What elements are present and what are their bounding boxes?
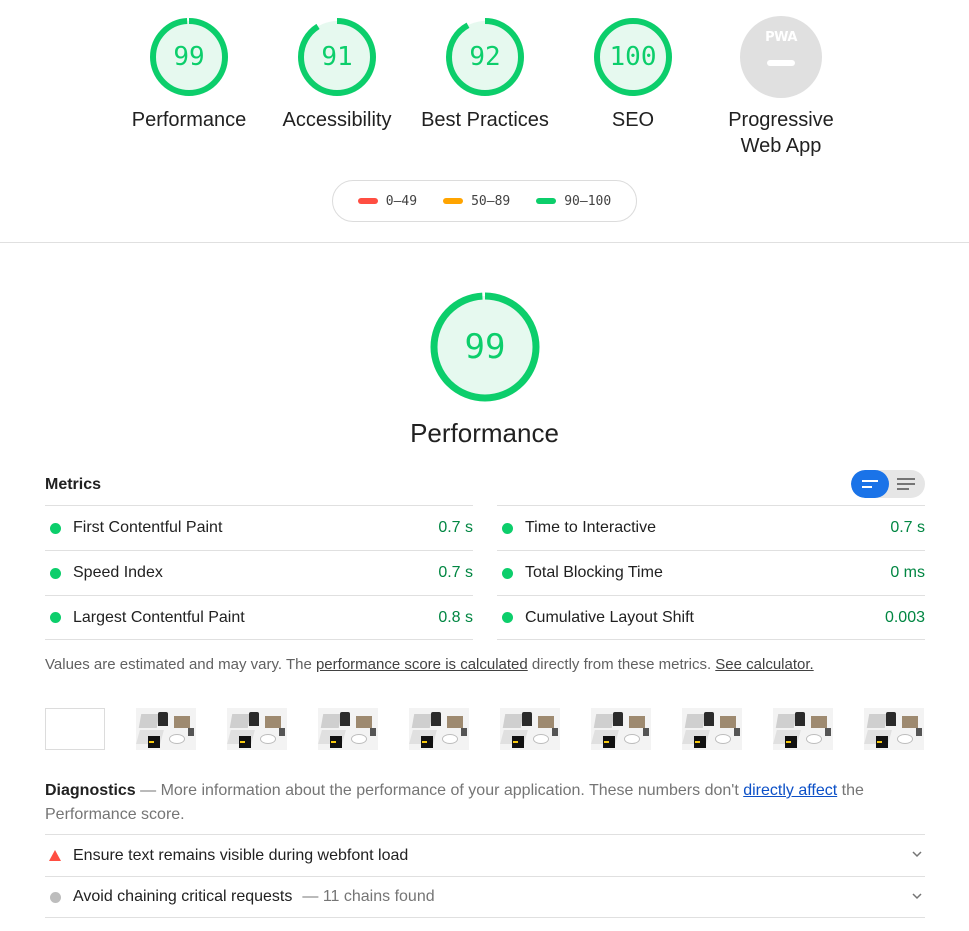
- pwa-label-line1: Progressive: [728, 109, 834, 131]
- compact-view-icon[interactable]: [851, 470, 889, 498]
- metric-speed-index: Speed Index 0.7 s: [45, 550, 473, 595]
- legend-range: 50–89: [471, 193, 511, 209]
- audit-display-value: — 11 chains found: [302, 888, 435, 905]
- gauge-score: 100: [609, 42, 657, 72]
- metrics-view-toggle[interactable]: [851, 470, 925, 498]
- chevron-down-icon[interactable]: [911, 890, 923, 902]
- metric-value: 0.7 s: [438, 519, 473, 536]
- note-text: directly from these metrics.: [527, 656, 716, 673]
- pass-dot-icon: [502, 567, 513, 579]
- gauge-accessibility[interactable]: 91 Accessibility: [262, 16, 412, 133]
- gauge-label: SEO: [611, 109, 655, 131]
- filmstrip-frame: [227, 708, 287, 750]
- section-divider: [0, 242, 969, 243]
- metric-largest-contentful-paint: Largest Contentful Paint 0.8 s: [45, 595, 473, 640]
- directly-affect-link[interactable]: directly affect: [743, 782, 837, 799]
- chevron-down-icon[interactable]: [911, 848, 923, 860]
- note-text: Values are estimated and may vary. The: [45, 656, 316, 673]
- audit-title: Avoid chaining critical requests: [73, 888, 293, 905]
- pass-dot-icon: [50, 522, 61, 534]
- pwa-icon: PWA: [740, 16, 822, 98]
- gauge-score: 92: [469, 42, 501, 72]
- metric-name: Speed Index: [73, 564, 163, 581]
- metric-value: 0 ms: [890, 564, 925, 581]
- diagnostics-heading: Diagnostics: [45, 782, 136, 799]
- score-calculated-link[interactable]: performance score is calculated: [316, 656, 528, 673]
- filmstrip-frame: [409, 708, 469, 750]
- legend-item-average: 50–89: [443, 194, 510, 209]
- metrics-heading: Metrics: [45, 476, 102, 493]
- metrics-column-left: First Contentful Paint 0.7 s Speed Index…: [45, 505, 473, 640]
- fail-triangle-icon: [49, 850, 61, 861]
- metric-total-blocking-time: Total Blocking Time 0 ms: [497, 550, 925, 595]
- metric-value: 0.7 s: [438, 564, 473, 581]
- pass-dot-icon: [50, 612, 61, 623]
- metric-time-to-interactive: Time to Interactive 0.7 s: [497, 505, 925, 550]
- see-calculator-link[interactable]: See calculator.: [715, 656, 813, 673]
- metric-name: Largest Contentful Paint: [73, 608, 245, 626]
- gauge-pwa[interactable]: PWA Progressive Web App: [706, 16, 856, 159]
- legend-item-pass: 90–100: [536, 194, 611, 209]
- legend-swatch-red: [357, 198, 378, 204]
- audit-webfont-visible[interactable]: Ensure text remains visible during webfo…: [45, 834, 925, 876]
- gauge-label: Accessibility: [282, 109, 392, 131]
- pwa-label-line2: Web App: [740, 135, 822, 157]
- gauge-label: Progressive Web App: [706, 107, 856, 159]
- metric-name: Time to Interactive: [525, 519, 657, 536]
- filmstrip: [45, 708, 925, 752]
- legend-swatch-green: [536, 198, 557, 204]
- metric-name: Cumulative Layout Shift: [525, 608, 694, 626]
- gauge-seo[interactable]: 100 SEO: [558, 16, 708, 133]
- score-legend: 0–49 50–89 90–100: [332, 180, 637, 222]
- metric-value: 0.8 s: [438, 608, 473, 626]
- metric-name: First Contentful Paint: [73, 519, 223, 536]
- filmstrip-frame: [591, 708, 651, 750]
- gauge-best-practices[interactable]: 92 Best Practices: [410, 16, 560, 133]
- metrics-disclaimer: Values are estimated and may vary. The p…: [45, 655, 925, 675]
- diagnostics-text: — More information about the performance…: [135, 782, 744, 799]
- legend-range: 0–49: [385, 193, 418, 209]
- diagnostics-audit-list: Ensure text remains visible during webfo…: [45, 834, 925, 918]
- filmstrip-frame: [318, 708, 378, 750]
- filmstrip-frame: [500, 708, 560, 750]
- pass-dot-icon: [502, 612, 513, 623]
- gauge-score: 99: [173, 42, 205, 72]
- gauge-label: Best Practices: [421, 109, 549, 131]
- filmstrip-frame: [682, 708, 742, 750]
- metric-name: Total Blocking Time: [525, 564, 663, 581]
- gauge-ring: 100: [592, 16, 674, 98]
- legend-swatch-orange: [443, 198, 464, 204]
- filmstrip-frame-blank: [45, 708, 105, 750]
- gauge-performance[interactable]: 99 Performance: [114, 16, 264, 133]
- gauge-ring: 99: [148, 16, 230, 98]
- metric-cumulative-layout-shift: Cumulative Layout Shift 0.003: [497, 595, 925, 640]
- filmstrip-frame: [864, 708, 924, 750]
- pass-dot-icon: [50, 567, 61, 579]
- filmstrip-frame: [136, 708, 196, 750]
- metric-value: 0.7 s: [890, 519, 925, 536]
- gauge-ring: 92: [444, 16, 526, 98]
- performance-score: 99: [464, 327, 506, 367]
- metrics-column-right: Time to Interactive 0.7 s Total Blocking…: [497, 505, 925, 640]
- gauge-ring: 91: [296, 16, 378, 98]
- pwa-badge-text: PWA: [765, 30, 797, 45]
- diagnostics-description: Diagnostics — More information about the…: [45, 779, 925, 827]
- metric-first-contentful-paint: First Contentful Paint 0.7 s: [45, 505, 473, 550]
- audit-critical-request-chains[interactable]: Avoid chaining critical requests — 11 ch…: [45, 876, 925, 918]
- expanded-view-icon[interactable]: [891, 470, 925, 498]
- metric-value: 0.003: [884, 608, 925, 626]
- gauge-label: Performance: [131, 109, 247, 131]
- score-gauges-bar: 99 Performance 91 Accessibility 92 Best …: [0, 0, 969, 242]
- gauge-score: 91: [321, 42, 353, 72]
- performance-gauge-large: 99: [428, 290, 542, 404]
- legend-item-fail: 0–49: [357, 193, 418, 209]
- info-circle-icon: [50, 891, 61, 903]
- performance-title: Performance: [410, 418, 559, 448]
- filmstrip-frame: [773, 708, 833, 750]
- pwa-dash-icon: [767, 60, 795, 66]
- legend-range: 90–100: [564, 193, 612, 209]
- pass-dot-icon: [502, 522, 513, 534]
- audit-title: Ensure text remains visible during webfo…: [73, 846, 409, 864]
